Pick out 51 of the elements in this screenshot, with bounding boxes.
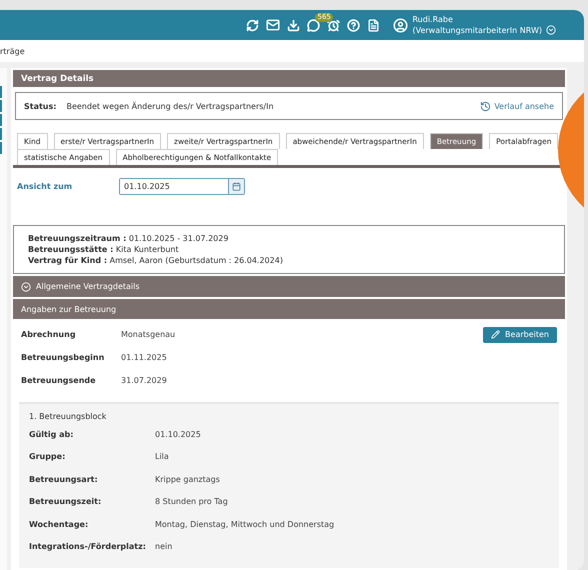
- calendar-icon: [232, 182, 241, 191]
- user-name: Rudi.Rabe: [412, 14, 454, 25]
- field-label: Gruppe:: [29, 452, 66, 462]
- view-date-label: Ansicht zum: [17, 182, 74, 191]
- field-value: 01.10.2025: [155, 430, 201, 439]
- help-icon[interactable]: [347, 18, 360, 32]
- summary-label: Vertrag für Kind :: [28, 256, 108, 265]
- summary-value: Kita Kunterbunt: [116, 245, 179, 254]
- user-avatar-icon[interactable]: [393, 18, 408, 32]
- download-icon[interactable]: [287, 18, 300, 32]
- field-label: Wochentage:: [29, 520, 90, 529]
- block-title: 1. Betreuungsblock: [29, 412, 108, 421]
- field-value: 01.11.2025: [121, 353, 167, 362]
- field-label: Betreuungszeit:: [29, 497, 102, 506]
- pencil-icon: [491, 330, 500, 339]
- summary-value: Amsel, Aaron (Geburtsdatum : 26.04.2024): [110, 256, 283, 265]
- field-value: Lila: [155, 452, 169, 462]
- summary-label: Betreuungszeitraum :: [28, 234, 126, 243]
- field-value: Monatsgenau: [121, 330, 176, 339]
- field-label: Betreuungsende: [21, 376, 97, 385]
- edit-button[interactable]: Bearbeiten: [483, 326, 557, 342]
- summary-label: Betreuungsstätte :: [28, 245, 114, 254]
- field-value: 31.07.2029: [121, 376, 167, 385]
- field-value: nein: [155, 542, 172, 552]
- panel-title: Vertrag Details: [21, 74, 94, 84]
- section-header[interactable]: Allgemeine Vertragdetails: [13, 276, 565, 297]
- field-label: Betreuungsbeginn: [21, 353, 106, 362]
- alarm-clock-icon[interactable]: [327, 18, 340, 32]
- status-value: Beendet wegen Änderung des/r Vertragspartners/In: [66, 102, 274, 110]
- history-icon: [480, 100, 492, 112]
- chevron-down-icon[interactable]: [546, 25, 556, 35]
- summary-value: 01.10.2025 - 31.07.2029: [128, 234, 228, 243]
- calendar-button[interactable]: [228, 179, 244, 194]
- field-label: Gültig ab:: [29, 430, 74, 439]
- history-link[interactable]: Verlauf ansehe: [480, 100, 554, 112]
- field-value: Montag, Dienstag, Mittwoch und Donnerstag: [155, 520, 334, 529]
- section-title: Angaben zur Betreuung: [21, 304, 116, 314]
- user-role: (VerwaltungsmitarbeiterIn NRW): [412, 25, 542, 36]
- field-value: Krippe ganztags: [155, 474, 220, 484]
- document-icon[interactable]: [367, 18, 380, 32]
- refresh-icon[interactable]: [246, 18, 260, 32]
- chat-icon[interactable]: [307, 18, 320, 32]
- field-value: 8 Stunden pro Tag: [155, 497, 228, 506]
- mail-icon[interactable]: [266, 18, 280, 32]
- breadcrumb[interactable]: rträge: [0, 46, 25, 56]
- section-title: Allgemeine Vertragdetails: [36, 282, 140, 291]
- field-label: Betreuungsart:: [29, 474, 99, 484]
- field-label: Abrechnung: [21, 330, 77, 339]
- status-label: Status:: [24, 102, 56, 110]
- date-field[interactable]: 01.10.2025: [119, 178, 245, 195]
- field-label: Integrations-/Förderplatz:: [29, 542, 147, 552]
